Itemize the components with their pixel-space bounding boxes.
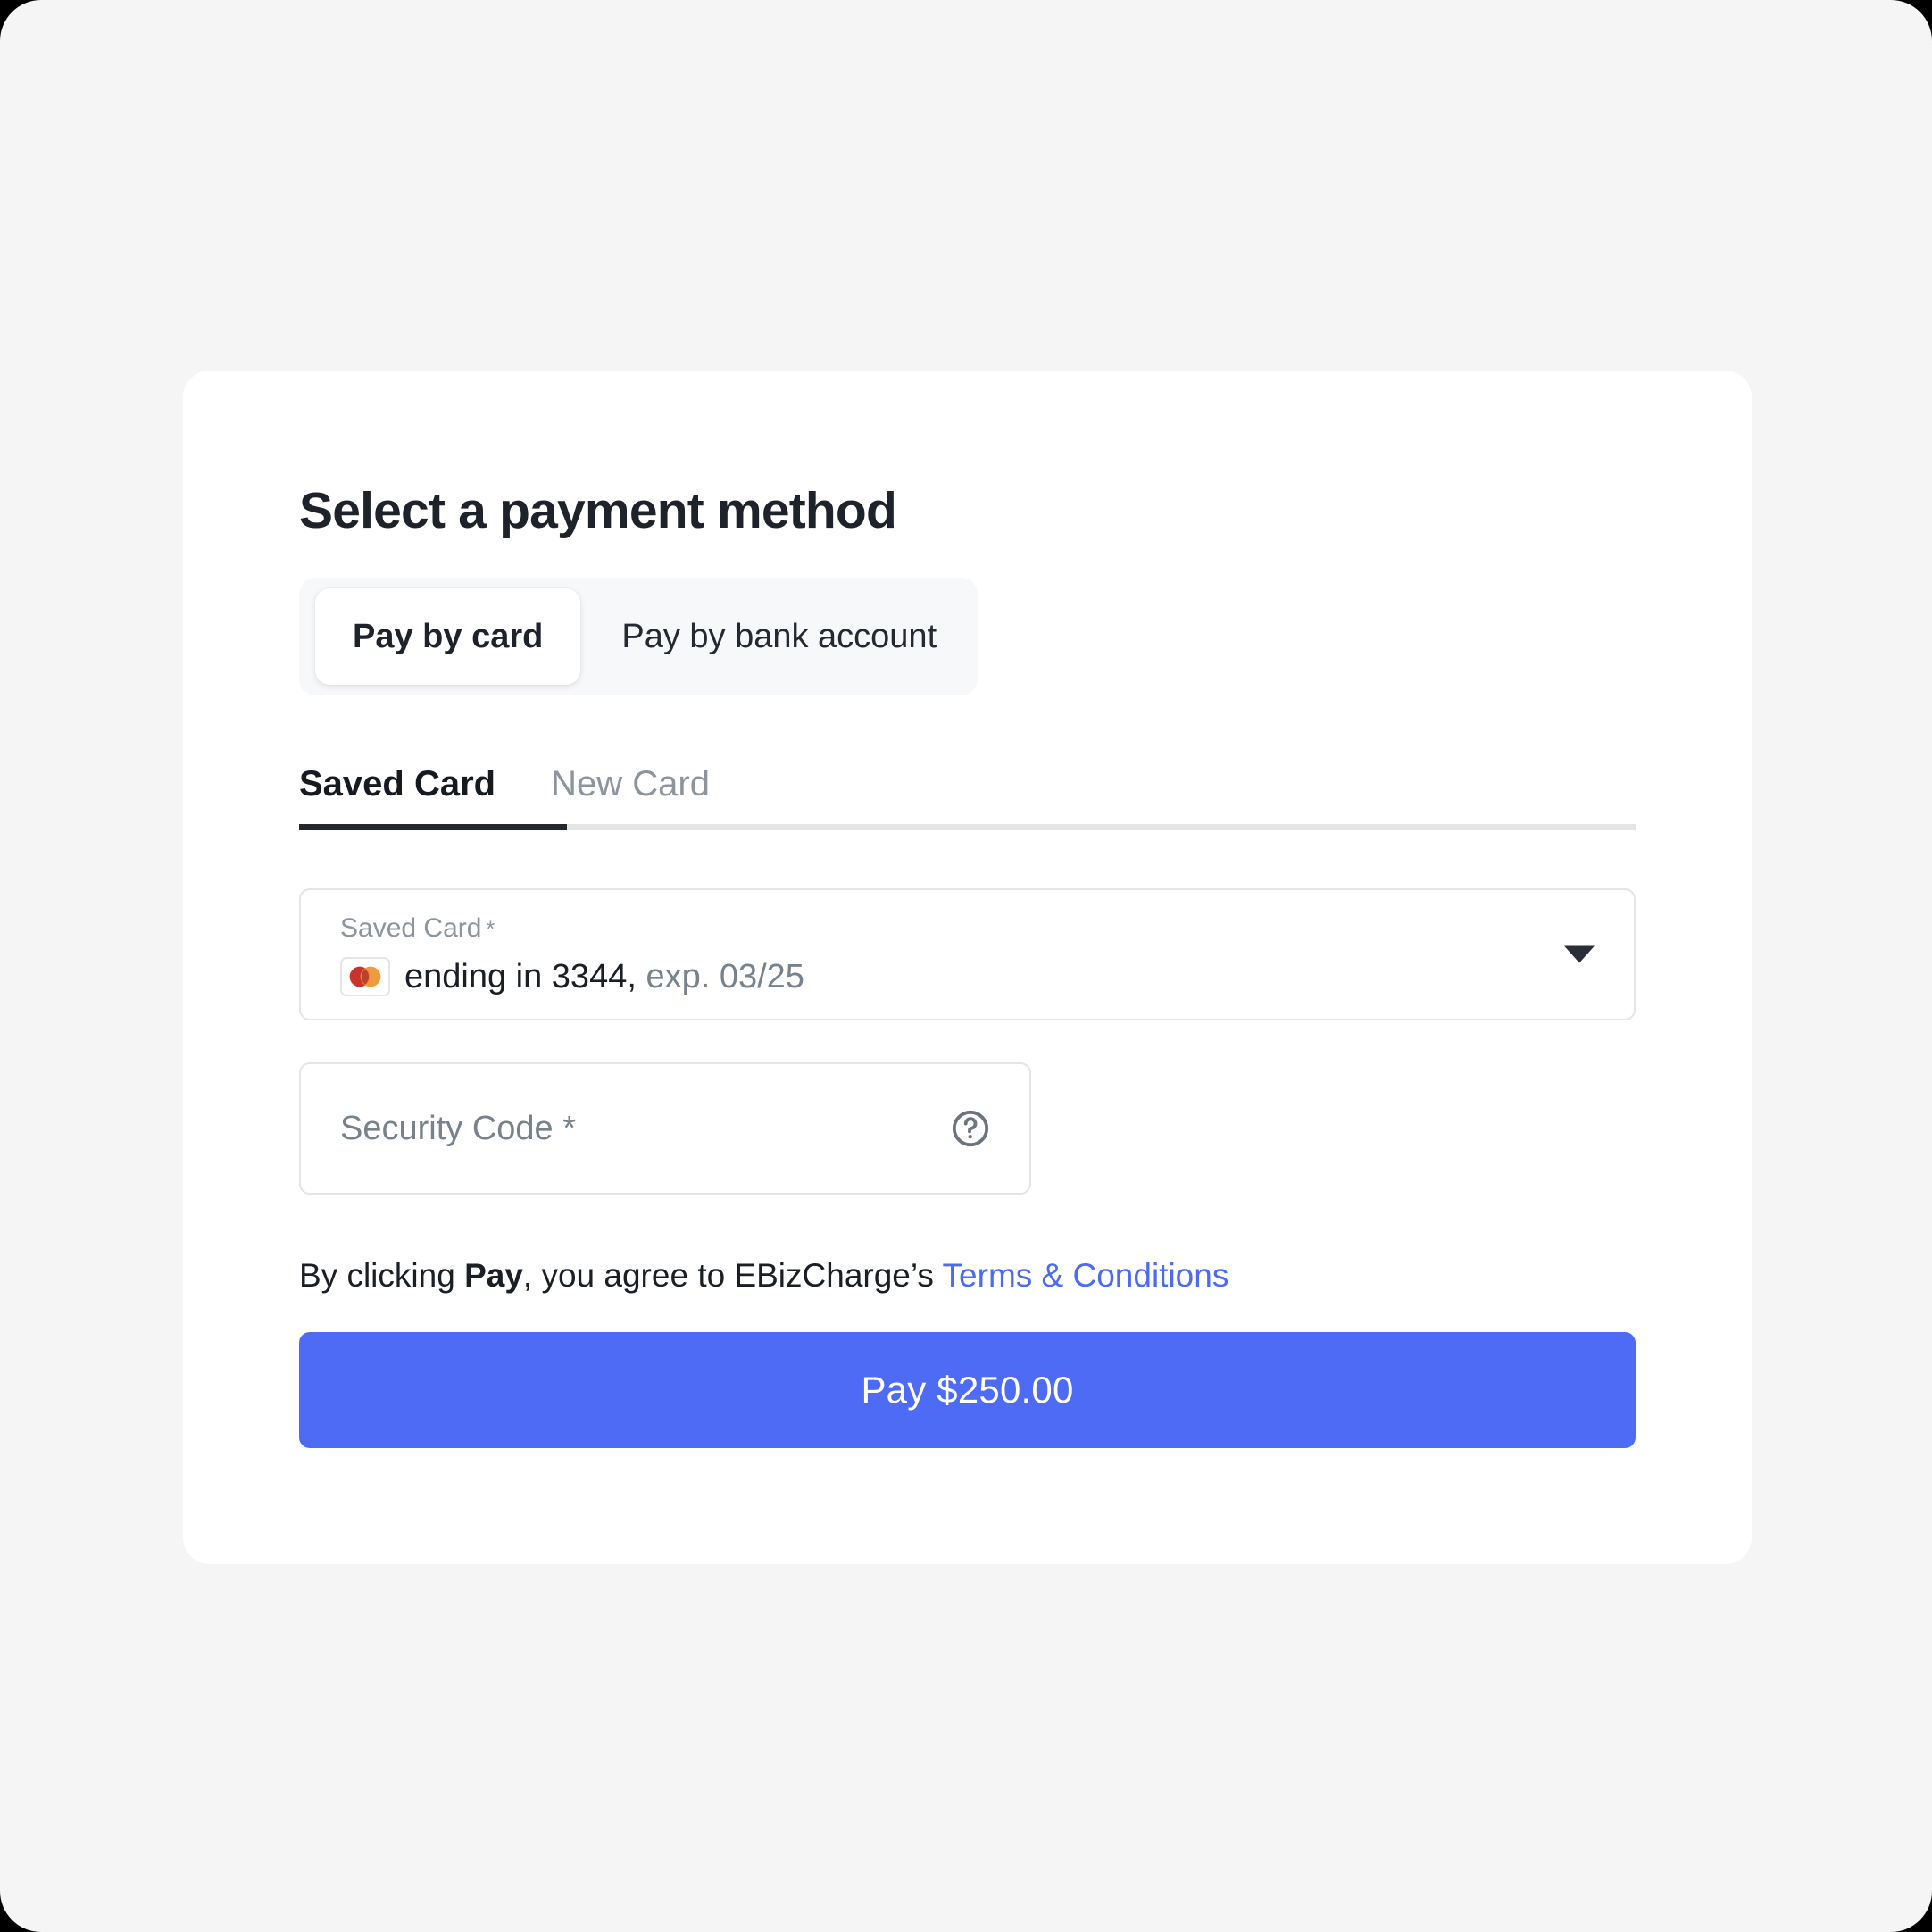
saved-card-value-expiry: exp. 03/25 (645, 957, 804, 995)
terms-prefix: By clicking (299, 1257, 465, 1294)
card-tabs: Saved Card New Card (299, 728, 1636, 830)
saved-card-value-main: ending in 3344, (404, 957, 637, 995)
terms-middle: , you agree to EBizCharge’s (522, 1257, 943, 1294)
toggle-pay-by-card[interactable]: Pay by card (315, 588, 581, 685)
terms-text: By clicking Pay, you agree to EBizCharge… (299, 1257, 1228, 1295)
chevron-down-icon[interactable] (1564, 945, 1595, 963)
saved-card-value: ending in 3344, exp. 03/25 (404, 958, 804, 996)
tabs-row: Saved Card New Card (299, 728, 1636, 804)
tab-saved-card[interactable]: Saved Card (299, 764, 503, 804)
tabs-underline-track (299, 824, 1636, 830)
tab-new-card[interactable]: New Card (531, 764, 717, 804)
saved-card-label-text: Saved Card (340, 913, 482, 943)
tabs-underline-indicator (299, 824, 567, 830)
payment-page: Select a payment method Pay by card Pay … (0, 0, 1932, 1932)
saved-card-label: Saved Card * (340, 913, 495, 944)
checkout-card: Select a payment method Pay by card Pay … (183, 371, 1752, 1564)
pay-button[interactable]: Pay $250.00 (299, 1332, 1636, 1448)
saved-card-required-marker: * (486, 917, 495, 942)
saved-card-select[interactable]: Saved Card * ending in 3344, exp. 03/25 (299, 888, 1636, 1020)
security-code-input[interactable] (340, 1064, 912, 1193)
terms-bold-word: Pay (464, 1257, 523, 1294)
security-code-field (299, 1062, 1031, 1195)
page-title: Select a payment method (299, 482, 897, 539)
mastercard-icon (340, 957, 390, 996)
payment-method-toggle: Pay by card Pay by bank account (299, 578, 978, 695)
toggle-pay-by-bank-account[interactable]: Pay by bank account (580, 578, 978, 695)
question-mark-circle-icon[interactable] (949, 1107, 992, 1150)
terms-and-conditions-link[interactable]: Terms & Conditions (943, 1257, 1229, 1294)
saved-card-value-row: ending in 3344, exp. 03/25 (340, 957, 804, 996)
